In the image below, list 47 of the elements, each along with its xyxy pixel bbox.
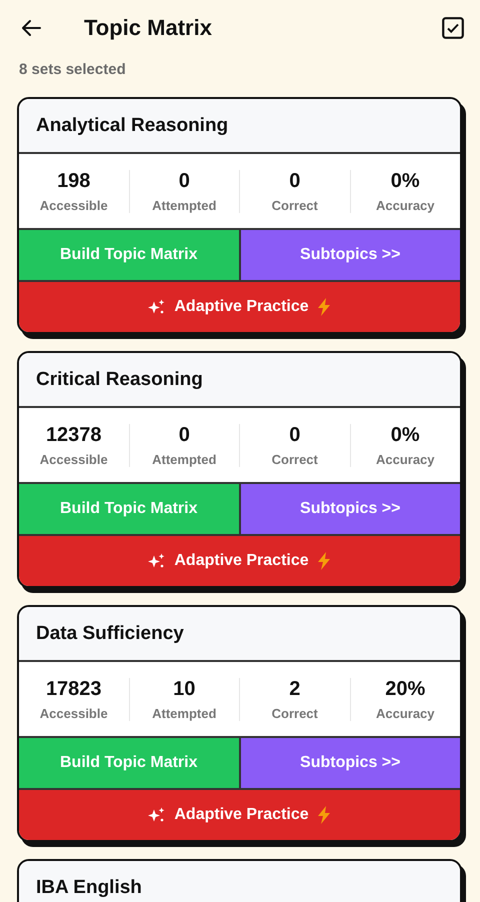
page-title: Topic Matrix bbox=[84, 15, 213, 41]
sparkle-icon bbox=[148, 299, 166, 315]
stat-label: Attempted bbox=[152, 706, 216, 720]
subtopics-button[interactable]: Subtopics >> bbox=[240, 738, 460, 788]
stat-label: Attempted bbox=[152, 198, 216, 212]
stat-label: Accuracy bbox=[376, 198, 435, 212]
lightning-icon bbox=[316, 806, 331, 824]
build-topic-matrix-button[interactable]: Build Topic Matrix bbox=[19, 484, 240, 534]
stat-label: Accessible bbox=[40, 706, 108, 720]
stat-label: Accuracy bbox=[376, 706, 435, 720]
stat-label: Attempted bbox=[152, 452, 216, 466]
build-topic-matrix-button[interactable]: Build Topic Matrix bbox=[19, 738, 240, 788]
subtopics-button[interactable]: Subtopics >> bbox=[240, 484, 460, 534]
stat-label: Correct bbox=[272, 198, 318, 212]
adaptive-practice-button[interactable]: Adaptive Practice bbox=[19, 282, 460, 332]
subtopics-button[interactable]: Subtopics >> bbox=[240, 230, 460, 280]
stat-label: Accessible bbox=[40, 452, 108, 466]
card-title: Critical Reasoning bbox=[36, 368, 203, 390]
adaptive-practice-button[interactable]: Adaptive Practice bbox=[19, 536, 460, 586]
sparkle-icon bbox=[148, 553, 166, 569]
adaptive-practice-button[interactable]: Adaptive Practice bbox=[19, 790, 460, 840]
stat-value: 0% bbox=[390, 170, 420, 192]
stat-label: Accessible bbox=[40, 198, 108, 212]
select-all-checkbox-icon[interactable] bbox=[442, 17, 464, 39]
lightning-icon bbox=[316, 298, 331, 316]
back-icon[interactable] bbox=[20, 19, 42, 37]
card-title: Data Sufficiency bbox=[36, 622, 184, 644]
stat-value: 2 bbox=[289, 678, 300, 700]
stat-value: 17823 bbox=[46, 678, 102, 700]
card-title: IBA English bbox=[36, 876, 142, 898]
stat-value: 12378 bbox=[46, 424, 102, 446]
sparkle-icon bbox=[148, 807, 166, 823]
lightning-icon bbox=[316, 552, 331, 570]
stat-label: Correct bbox=[272, 706, 318, 720]
stat-value: 0 bbox=[289, 170, 300, 192]
selection-count: 8 sets selected bbox=[18, 60, 127, 78]
stat-label: Correct bbox=[272, 452, 318, 466]
stat-value: 0% bbox=[390, 424, 420, 446]
stat-value: 20% bbox=[385, 678, 426, 700]
stat-value: 0 bbox=[289, 424, 300, 446]
build-topic-matrix-button[interactable]: Build Topic Matrix bbox=[19, 230, 240, 280]
stat-label: Accuracy bbox=[376, 452, 435, 466]
stat-value: 198 bbox=[57, 170, 90, 192]
stat-value: 10 bbox=[173, 678, 196, 700]
card-title: Analytical Reasoning bbox=[36, 114, 228, 136]
stat-value: 0 bbox=[178, 424, 190, 446]
stat-value: 0 bbox=[178, 170, 190, 192]
